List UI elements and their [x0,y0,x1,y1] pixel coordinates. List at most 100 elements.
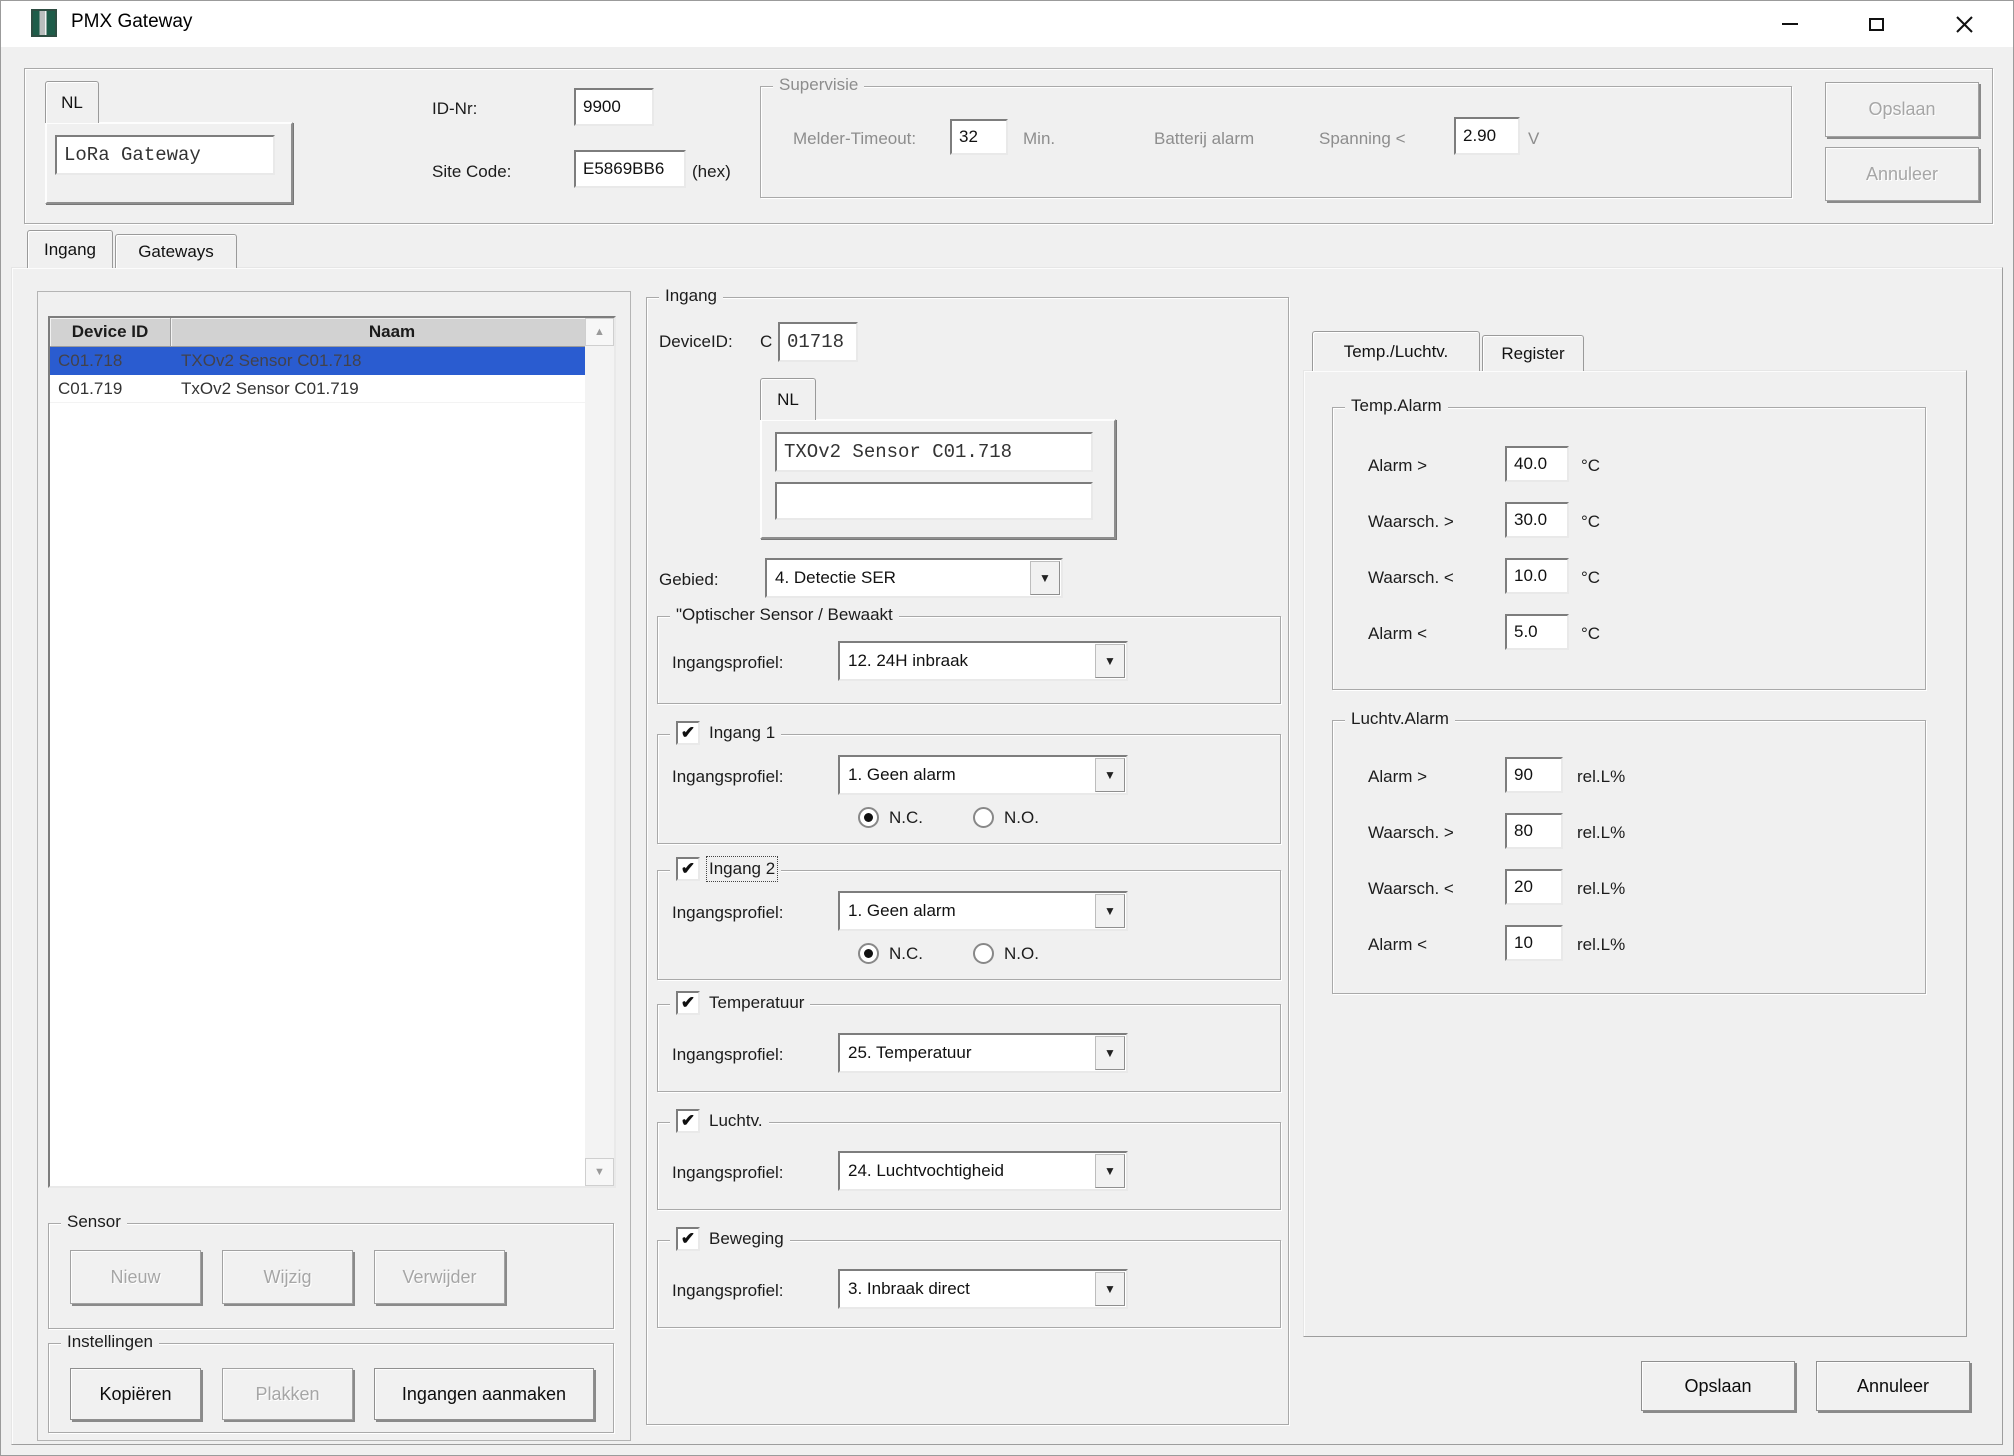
tab-gateways[interactable]: Gateways [115,234,237,268]
device-row-selected[interactable]: C01.718 TXOv2 Sensor C01.718 [50,347,614,375]
temp-alarm-low-input[interactable] [1505,614,1569,650]
luchtv-dropdown-button[interactable]: ▼ [1095,1154,1125,1188]
ingang2-dropdown-button[interactable]: ▼ [1095,894,1125,928]
plakken-button[interactable]: Plakken [222,1368,353,1420]
scroll-up-button[interactable]: ▲ [585,318,614,346]
temp-alarm-high-input[interactable] [1505,446,1569,482]
profile-label: Ingangsprofiel: [672,1281,784,1301]
temp-warn-high-input[interactable] [1505,502,1569,538]
temp-warn-high-label: Waarsch. > [1368,512,1454,532]
minimize-button[interactable] [1753,1,1827,47]
ingang1-nc-radio[interactable] [858,807,879,828]
device-list-scrollbar[interactable]: ▲ ▼ [585,318,614,1186]
tab-temp-luchtv[interactable]: Temp./Luchtv. [1312,331,1480,371]
nieuw-button[interactable]: Nieuw [70,1250,201,1304]
site-code-input[interactable] [574,150,686,188]
kopieren-button[interactable]: Kopiëren [70,1368,201,1420]
gebied-dropdown-button[interactable]: ▼ [1030,561,1060,595]
luchtv-profile-select[interactable]: 24. Luchtvochtigheid ▼ [838,1151,1128,1191]
ingang2-checkbox[interactable]: ✔ [676,857,700,881]
luchtv-warn-low-input[interactable] [1505,869,1563,905]
wijzig-button[interactable]: Wijzig [222,1250,353,1304]
dropdown-arrow-icon: ▼ [1104,904,1116,918]
header-cancel-button[interactable]: Annuleer [1825,147,1979,201]
ingang1-profile-select[interactable]: 1. Geen alarm ▼ [838,755,1128,795]
luchtv-label: Luchtv. [709,1111,763,1131]
profile-label: Ingangsprofiel: [672,903,784,923]
maximize-button[interactable] [1839,1,1913,47]
melder-timeout-input[interactable] [950,119,1008,155]
header-save-button[interactable]: Opslaan [1825,82,1979,137]
tab-gateways-label: Gateways [138,242,214,262]
id-nr-input[interactable] [574,88,654,126]
nieuw-label: Nieuw [110,1267,160,1288]
device-id-prefix: C [760,332,772,352]
tab-register-label: Register [1501,344,1564,364]
sensor-group: Sensor Nieuw Wijzig Verwijder [48,1223,614,1329]
device-list-header: Device ID Naam [50,318,614,347]
luchtv-warn-high-input[interactable] [1505,813,1563,849]
tab-register[interactable]: Register [1482,335,1584,371]
ingang1-no-radio[interactable] [973,807,994,828]
close-button[interactable] [1927,1,2001,47]
verwijder-button[interactable]: Verwijder [374,1250,505,1304]
optischer-dropdown-button[interactable]: ▼ [1095,644,1125,678]
sensor-name-input[interactable] [775,432,1093,472]
ingang2-profile-value: 1. Geen alarm [840,893,1094,929]
optischer-sensor-group: "Optischer Sensor / Bewaakt Ingangsprofi… [657,616,1281,704]
profile-label: Ingangsprofiel: [672,1045,784,1065]
header-lang-tab[interactable]: NL [45,81,99,123]
beweging-profile-select[interactable]: 3. Inbraak direct ▼ [838,1269,1128,1309]
luchtv-checkbox[interactable]: ✔ [676,1109,700,1133]
beweging-group: ✔ Beweging Ingangsprofiel: 3. Inbraak di… [657,1240,1281,1328]
instellingen-group-title: Instellingen [61,1332,159,1352]
column-device-id[interactable]: Device ID [50,318,171,347]
ingang1-profile-value: 1. Geen alarm [840,757,1094,793]
verwijder-label: Verwijder [402,1267,476,1288]
device-id-cell: C01.718 [50,351,171,371]
ingang1-checkbox[interactable]: ✔ [676,721,700,745]
gateway-name-input[interactable] [55,135,275,175]
luchtv-alarm-low-input[interactable] [1505,925,1563,961]
supervisie-title: Supervisie [773,75,864,95]
temperatuur-checkbox[interactable]: ✔ [676,991,700,1015]
ingang2-profile-select[interactable]: 1. Geen alarm ▼ [838,891,1128,931]
temperatuur-profile-value: 25. Temperatuur [840,1035,1094,1071]
tab-ingang[interactable]: Ingang [27,230,113,268]
beweging-dropdown-button[interactable]: ▼ [1095,1272,1125,1306]
luchtv-alarm-group: Luchtv.Alarm Alarm > rel.L% Waarsch. > r… [1332,720,1926,994]
instellingen-group: Instellingen Kopiëren Plakken Ingangen a… [48,1343,614,1433]
ingangen-aanmaken-button[interactable]: Ingangen aanmaken [374,1368,594,1420]
spanning-input[interactable] [1454,117,1520,155]
temperatuur-profile-select[interactable]: 25. Temperatuur ▼ [838,1033,1128,1073]
ingang2-nc-radio[interactable] [858,943,879,964]
kopieren-label: Kopiëren [99,1384,171,1405]
plakken-label: Plakken [255,1384,319,1405]
cancel-button[interactable]: Annuleer [1816,1361,1970,1411]
optischer-sensor-title: "Optischer Sensor / Bewaakt [670,605,899,625]
ingang-detail-title: Ingang [659,286,723,306]
dropdown-arrow-icon: ▼ [1104,1282,1116,1296]
temperatuur-label: Temperatuur [709,993,804,1013]
optischer-profile-select[interactable]: 12. 24H inbraak ▼ [838,641,1128,681]
device-row[interactable]: C01.719 TxOv2 Sensor C01.719 [50,375,614,403]
column-naam[interactable]: Naam [171,318,614,347]
device-list[interactable]: Device ID Naam C01.718 TXOv2 Sensor C01.… [48,316,616,1188]
save-button[interactable]: Opslaan [1641,1361,1795,1411]
scroll-down-button[interactable]: ▼ [585,1158,614,1186]
gebied-select[interactable]: 4. Detectie SER ▼ [765,558,1063,598]
ingang2-no-radio[interactable] [973,943,994,964]
ingang1-no-label: N.O. [1004,808,1039,828]
column-device-id-label: Device ID [72,322,149,342]
tab-ingang-label: Ingang [44,240,96,260]
device-id-input[interactable] [778,322,858,362]
beweging-label: Beweging [709,1229,784,1249]
beweging-checkbox[interactable]: ✔ [676,1227,700,1251]
luchtv-alarm-high-input[interactable] [1505,757,1563,793]
temp-warn-low-input[interactable] [1505,558,1569,594]
ingang1-dropdown-button[interactable]: ▼ [1095,758,1125,792]
ingang-lang-tab[interactable]: NL [760,378,816,420]
temperatuur-dropdown-button[interactable]: ▼ [1095,1036,1125,1070]
sensor-name-input-2[interactable] [775,482,1093,520]
ingang1-group: ✔ Ingang 1 Ingangsprofiel: 1. Geen alarm… [657,734,1281,844]
